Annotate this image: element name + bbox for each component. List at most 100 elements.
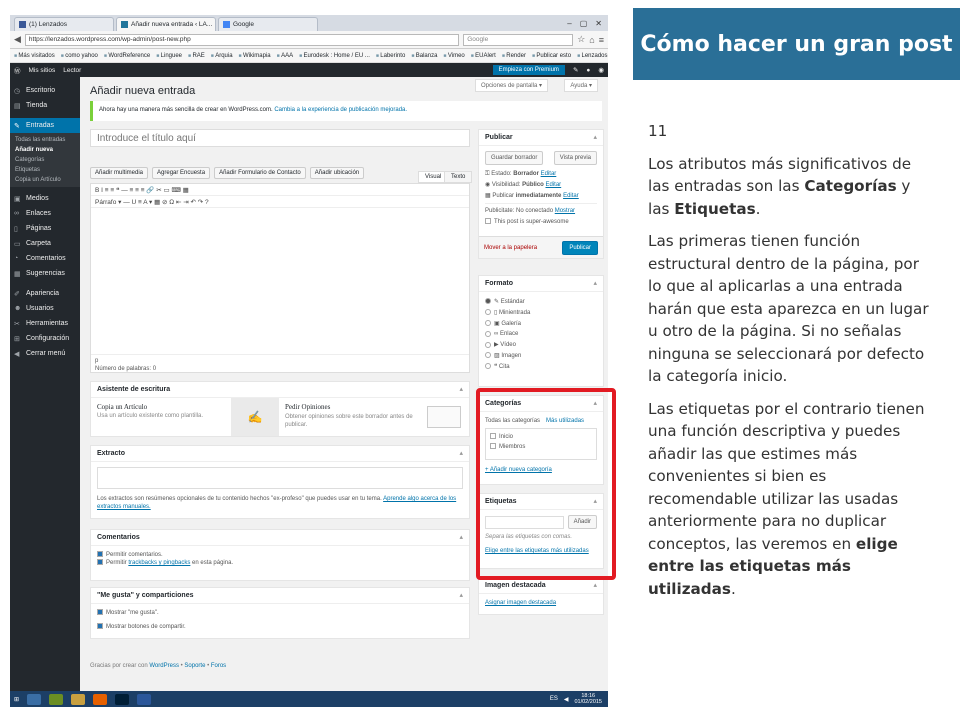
feedback-title[interactable]: Pedir Opiniones <box>285 403 413 411</box>
maximize-icon[interactable]: ▢ <box>580 19 588 28</box>
sidebar-item-links[interactable]: ∞ Enlaces <box>10 206 80 221</box>
add-contact-form-button[interactable]: Añadir Formulario de Contacto <box>214 167 306 179</box>
choose-most-used-tags-link[interactable]: Elige entre las etiquetas más utilizadas <box>485 548 589 554</box>
bookmark[interactable]: Linguee <box>156 53 182 59</box>
trackbacks-link[interactable]: trackbacks y pingbacks <box>128 560 190 566</box>
show-likes-option[interactable]: Mostrar "me gusta". <box>97 609 463 617</box>
browser-tab[interactable]: (1) Lenzados <box>14 17 114 31</box>
add-media-button[interactable]: Añadir multimedia <box>90 167 149 179</box>
format-quote-option[interactable]: ❝ Cita <box>485 362 597 373</box>
category-miembros-option[interactable]: Miembros <box>490 443 592 451</box>
category-inicio-option[interactable]: Inicio <box>490 433 592 441</box>
edit-schedule-link[interactable]: Editar <box>563 193 579 199</box>
tab-all-categories[interactable]: Todas las categorías <box>485 417 540 425</box>
likes-title[interactable]: "Me gusta" y comparticiones <box>91 588 469 604</box>
sidebar-item-posts[interactable]: ✎ Entradas <box>10 118 80 133</box>
format-video-option[interactable]: ▶ Vídeo <box>485 340 597 351</box>
add-tag-button[interactable]: Añadir <box>567 515 597 529</box>
sidebar-item-users[interactable]: ☻ Usuarios <box>10 301 80 316</box>
comments-title[interactable]: Comentarios <box>91 530 469 546</box>
write-icon[interactable]: ✎ <box>573 66 578 74</box>
add-category-link[interactable]: + Añadir nueva categoría <box>485 467 552 473</box>
sidebar-item-feedback[interactable]: ▦ Sugerencias <box>10 266 80 281</box>
add-location-button[interactable]: Añadir ubicación <box>309 167 365 179</box>
notepad-icon[interactable] <box>49 693 64 705</box>
super-awesome-option[interactable]: This post is super-awesome <box>485 218 597 226</box>
browser-search-input[interactable]: Google <box>463 33 574 46</box>
bookmark[interactable]: EUAlert <box>471 53 496 59</box>
edit-status-link[interactable]: Editar <box>541 171 557 177</box>
help-button[interactable]: Ayuda ▾ <box>564 79 598 92</box>
star-icon[interactable]: ☆ <box>577 34 585 45</box>
radio-icon[interactable] <box>485 309 491 316</box>
checkbox-checked-icon[interactable] <box>97 609 103 616</box>
save-draft-button[interactable]: Guardar borrador <box>485 151 544 165</box>
menu-icon[interactable]: ≡ <box>599 35 604 45</box>
format-standard-option[interactable]: ✎ Estándar <box>485 297 597 308</box>
browser-tab[interactable]: Google <box>218 17 318 31</box>
notifications-icon[interactable]: ◉ <box>598 66 604 74</box>
submenu-add-new[interactable]: Añadir nueva <box>10 145 80 155</box>
ie-icon[interactable] <box>27 693 42 705</box>
submenu-categories[interactable]: Categorías <box>10 155 80 165</box>
add-poll-button[interactable]: Agregar Encuesta <box>152 167 211 179</box>
checkbox-checked-icon[interactable] <box>97 551 103 558</box>
reader-link[interactable]: Lector <box>63 67 81 74</box>
radio-icon[interactable] <box>485 330 491 337</box>
screen-options-button[interactable]: Opciones de pantalla ▾ <box>474 79 548 92</box>
format-gallery-option[interactable]: ▣ Galería <box>485 319 597 330</box>
close-icon[interactable]: ✕ <box>595 19 602 28</box>
publish-title[interactable]: Publicar <box>479 130 603 146</box>
sidebar-item-appearance[interactable]: ✐ Apariencia <box>10 286 80 301</box>
checkbox-icon[interactable] <box>490 443 496 450</box>
format-title[interactable]: Formato <box>479 276 603 292</box>
publish-button[interactable]: Publicar <box>562 240 598 255</box>
allow-comments-option[interactable]: Permitir comentarios. <box>97 551 463 559</box>
bookmark[interactable]: Arquia <box>211 53 232 59</box>
bookmark[interactable]: WordReference <box>104 53 150 59</box>
format-image-option[interactable]: ▨ Imagen <box>485 351 597 362</box>
tags-title[interactable]: Etiquetas <box>479 494 603 510</box>
checkbox-icon[interactable] <box>490 433 496 440</box>
copy-post-title[interactable]: Copia un Artículo <box>97 403 225 411</box>
radio-icon[interactable] <box>485 341 491 348</box>
bookmark[interactable]: Publicar esto <box>532 53 571 59</box>
bookmark[interactable]: RAE <box>188 53 204 59</box>
allow-trackbacks-option[interactable]: Permitir trackbacks y pingbacks en esta … <box>97 559 463 567</box>
firefox-icon[interactable] <box>93 693 108 705</box>
word-icon[interactable] <box>137 693 152 705</box>
sidebar-item-settings[interactable]: ⊞ Configuración <box>10 331 80 346</box>
publicize-show-link[interactable]: Mostrar <box>555 208 575 214</box>
minimize-icon[interactable]: – <box>567 19 571 28</box>
show-share-option[interactable]: Mostrar botones de compartir. <box>97 623 463 631</box>
bookmark[interactable]: Balanza <box>411 53 438 59</box>
checkbox-checked-icon[interactable] <box>97 559 103 566</box>
radio-icon[interactable] <box>485 363 491 370</box>
format-aside-option[interactable]: ▯ Minientrada <box>485 308 597 319</box>
submenu-tags[interactable]: Etiquetas <box>10 165 80 175</box>
volume-icon[interactable]: ◀ <box>564 696 569 703</box>
premium-button[interactable]: Empieza con Premium <box>492 65 565 75</box>
tags-input[interactable] <box>485 515 564 529</box>
bookmark[interactable]: Vimeo <box>443 53 465 59</box>
writing-assistant-title[interactable]: Asistente de escritura <box>91 382 469 398</box>
my-sites-link[interactable]: Mis sitios <box>29 67 56 74</box>
format-link-option[interactable]: ∞ Enlace <box>485 329 597 340</box>
sidebar-item-dashboard[interactable]: ◷ Escritorio <box>10 83 80 98</box>
bookmark[interactable]: Wikimapia <box>239 53 271 59</box>
bookmark[interactable]: Eurodesk : Home / EU ... <box>299 53 370 59</box>
bookmark[interactable]: AAA <box>277 53 293 59</box>
move-to-trash-link[interactable]: Mover a la papelera <box>484 245 537 251</box>
text-tab[interactable]: Texto <box>444 171 473 183</box>
avatar[interactable]: ● <box>586 67 590 74</box>
bookmark[interactable]: Lenzados <box>577 53 607 59</box>
sidebar-item-comments[interactable]: ◔ Comentarios <box>10 251 80 266</box>
language-indicator[interactable]: ES <box>550 696 558 702</box>
checkbox-checked-icon[interactable] <box>97 623 103 630</box>
radio-icon[interactable] <box>485 352 491 359</box>
photoshop-icon[interactable] <box>115 693 130 705</box>
explorer-icon[interactable] <box>71 693 86 705</box>
browser-tab-active[interactable]: Añadir nueva entrada ‹ LA... <box>116 17 216 31</box>
back-icon[interactable]: ◀ <box>14 34 21 45</box>
start-icon[interactable]: ⊞ <box>14 696 19 703</box>
